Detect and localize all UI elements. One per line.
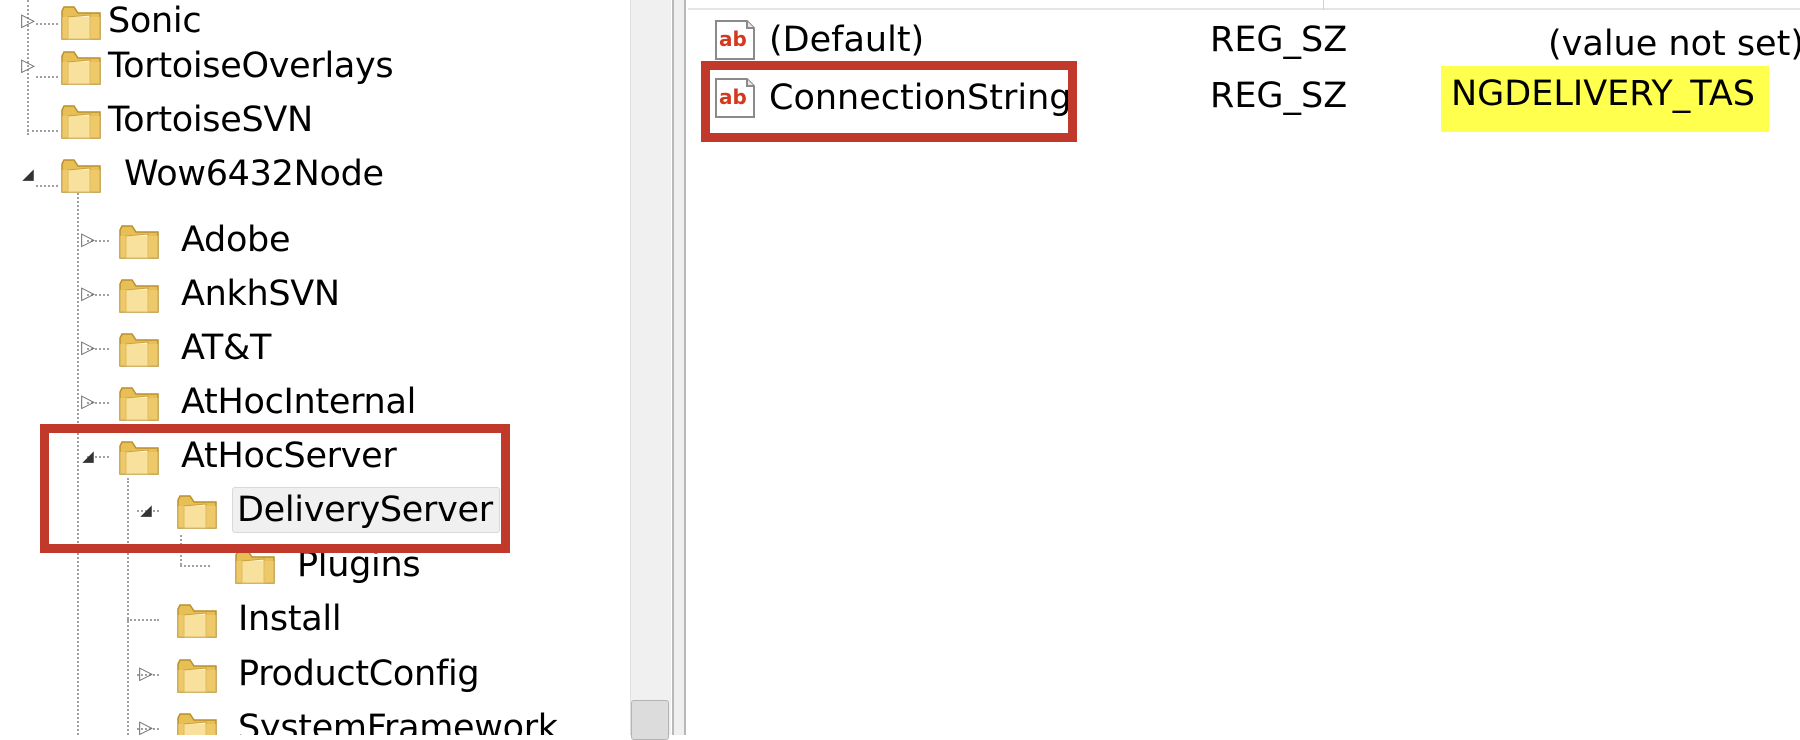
collapse-arrow-icon[interactable]: ◢	[18, 150, 38, 198]
tree-node-ankhsvn[interactable]: ▷ AnkhSVN	[0, 270, 600, 318]
folder-icon	[61, 105, 101, 139]
value-data-highlighted: NGDELIVERY_TAS	[1441, 66, 1770, 132]
tree-node-label[interactable]: Sonic	[108, 0, 202, 45]
expand-arrow-icon[interactable]: ▷	[136, 704, 156, 736]
tree-node-label[interactable]: AT&T	[181, 324, 271, 372]
value-name[interactable]: (Default)	[769, 14, 924, 66]
tree-node-att[interactable]: ▷ AT&T	[0, 324, 600, 372]
tree-node-tortoiseoverlays[interactable]: ▷ TortoiseOverlays	[0, 42, 600, 90]
folder-icon	[177, 659, 217, 693]
expand-arrow-icon[interactable]: ▷	[18, 0, 38, 45]
tree-node-productconfig[interactable]: ▷ ProductConfig	[0, 650, 600, 698]
folder-icon	[61, 51, 101, 85]
tree-node-athocinternal[interactable]: ▷ AtHocInternal	[0, 378, 600, 426]
folder-icon	[177, 604, 217, 638]
tree-scrollbar[interactable]	[630, 0, 671, 735]
expand-arrow-icon[interactable]: ▷	[18, 42, 38, 90]
folder-icon	[61, 6, 101, 40]
tree-node-label[interactable]: SystemFramework	[238, 704, 558, 735]
expand-arrow-icon[interactable]: ▷	[78, 216, 98, 264]
string-value-icon: ab	[715, 20, 755, 60]
value-type: REG_SZ	[1210, 76, 1348, 116]
tree-node-label[interactable]: AtHocInternal	[181, 378, 416, 426]
folder-icon	[119, 387, 159, 421]
tree-scrollbar-thumb[interactable]	[631, 700, 669, 740]
tree-node-wow6432node[interactable]: ◢ Wow6432Node	[0, 150, 600, 198]
tree-node-systemframework[interactable]: ▷ SystemFramework	[0, 704, 600, 735]
tree-node-label[interactable]: TortoiseSVN	[108, 96, 313, 144]
pane-splitter[interactable]	[672, 0, 686, 735]
tree-node-label[interactable]: Adobe	[181, 216, 291, 264]
expand-arrow-icon[interactable]: ▷	[136, 650, 156, 698]
expand-arrow-icon[interactable]: ▷	[78, 378, 98, 426]
folder-icon	[119, 279, 159, 313]
svg-text:ab: ab	[719, 27, 747, 51]
value-type: REG_SZ	[1210, 20, 1348, 60]
annotation-box-tree	[40, 424, 510, 553]
values-list-header	[688, 0, 1800, 10]
folder-icon	[119, 225, 159, 259]
tree-node-sonic[interactable]: ▷ Sonic	[0, 0, 600, 45]
tree-node-label[interactable]: AnkhSVN	[181, 270, 340, 318]
annotation-box-value	[701, 61, 1077, 142]
tree-node-adobe[interactable]: ▷ Adobe	[0, 216, 600, 264]
tree-node-label[interactable]: Wow6432Node	[124, 150, 384, 198]
registry-tree-pane: ▷ Sonic ▷ TortoiseOverlays TortoiseSVN ◢…	[0, 0, 628, 735]
tree-node-label[interactable]: ProductConfig	[238, 650, 480, 698]
folder-icon	[61, 159, 101, 193]
expand-arrow-icon[interactable]: ▷	[78, 324, 98, 372]
column-separator[interactable]	[1323, 0, 1324, 10]
tree-node-tortoisesvn[interactable]: TortoiseSVN	[0, 96, 600, 144]
folder-icon	[177, 713, 217, 735]
tree-node-label[interactable]: TortoiseOverlays	[108, 42, 394, 90]
expand-arrow-icon[interactable]: ▷	[78, 270, 98, 318]
folder-icon	[119, 333, 159, 367]
tree-node-install[interactable]: Install	[0, 595, 600, 643]
tree-node-label[interactable]: Install	[238, 595, 342, 643]
value-data: (value not set)	[1548, 24, 1800, 64]
